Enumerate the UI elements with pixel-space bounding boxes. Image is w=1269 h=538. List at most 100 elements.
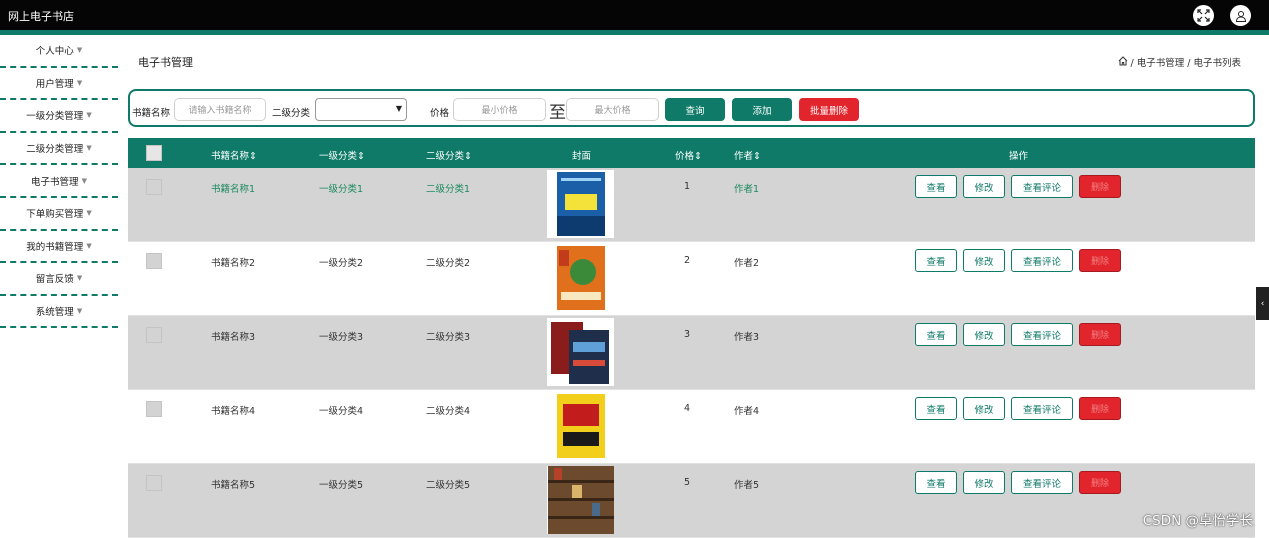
collapse-tab[interactable]: ‹: [1256, 287, 1269, 320]
home-icon[interactable]: [1118, 55, 1128, 69]
edit-button[interactable]: 修改: [963, 249, 1005, 272]
category1-cell: 一级分类2: [319, 258, 364, 269]
view-reviews-button[interactable]: 查看评论: [1011, 471, 1073, 494]
book-name-cell: 书籍名称1: [211, 184, 256, 195]
delete-button[interactable]: 删除: [1079, 323, 1121, 346]
batch-delete-button[interactable]: 批量删除: [799, 98, 859, 121]
view-button[interactable]: 查看: [915, 471, 957, 494]
sidebar-item-ebooks[interactable]: 电子书管理 ▼: [0, 165, 118, 198]
watermark: CSDN @卓怡学长: [1142, 513, 1253, 529]
category2-cell: 二级分类3: [426, 332, 471, 343]
max-price-input[interactable]: 最大价格: [566, 98, 659, 121]
book-name-input[interactable]: 请输入书籍名称: [174, 98, 266, 121]
cover-image: [547, 170, 614, 238]
caret-down-icon: ▼: [76, 307, 83, 316]
table-header: 书籍名称⇕ 一级分类⇕ 二级分类⇕ 封面 价格⇕ 作者⇕ 操作: [128, 138, 1255, 168]
row-checkbox[interactable]: [146, 327, 162, 343]
delete-button[interactable]: 删除: [1079, 249, 1121, 272]
table-row: 书籍名称5 一级分类5 二级分类5 5 作者5 查看 修改 查看评论 删除: [128, 464, 1255, 538]
author-cell: 作者1: [734, 184, 760, 195]
caret-down-icon: ▼: [86, 209, 92, 218]
page-title: 电子书管理: [138, 56, 193, 69]
sidebar-item-personal-center[interactable]: 个人中心 ▼: [0, 35, 118, 68]
header-author[interactable]: 作者⇕: [734, 148, 761, 162]
view-button[interactable]: 查看: [915, 249, 957, 272]
edit-button[interactable]: 修改: [963, 397, 1005, 420]
author-cell: 作者3: [734, 332, 760, 343]
category-select[interactable]: ▼: [315, 98, 407, 121]
search-button[interactable]: 查询: [665, 98, 725, 121]
caret-down-icon: ▼: [81, 176, 87, 185]
book-name-cell: 书籍名称2: [211, 258, 256, 269]
caret-down-icon: ▼: [86, 241, 92, 250]
category1-cell: 一级分类3: [319, 332, 364, 343]
sidebar-item-category2[interactable]: 二级分类管理 ▼: [0, 133, 118, 166]
top-bar: 网上电子书店: [0, 0, 1269, 30]
search-panel: 书籍名称 请输入书籍名称 二级分类 ▼ 价格 最小价格 至 最大价格 查询 添加…: [128, 89, 1255, 127]
sidebar-item-my-books[interactable]: 我的书籍管理 ▼: [0, 231, 118, 264]
category-label: 二级分类: [272, 108, 311, 119]
sidebar-item-orders[interactable]: 下单购买管理 ▼: [0, 198, 118, 231]
view-reviews-button[interactable]: 查看评论: [1011, 397, 1073, 420]
view-reviews-button[interactable]: 查看评论: [1011, 323, 1073, 346]
chevron-left-icon: ‹: [1260, 298, 1265, 309]
view-reviews-button[interactable]: 查看评论: [1011, 175, 1073, 198]
cover-image: [547, 466, 614, 534]
fullscreen-icon[interactable]: [1193, 5, 1214, 26]
row-checkbox[interactable]: [146, 401, 162, 417]
cover-image: [547, 318, 614, 386]
min-price-input[interactable]: 最小价格: [453, 98, 546, 121]
row-checkbox[interactable]: [146, 179, 162, 195]
sidebar-item-label: 我的书籍管理: [26, 241, 84, 253]
delete-button[interactable]: 删除: [1079, 175, 1121, 198]
view-button[interactable]: 查看: [915, 397, 957, 420]
header-book-name[interactable]: 书籍名称⇕: [211, 148, 257, 162]
book-name-label: 书籍名称: [132, 108, 171, 119]
add-button[interactable]: 添加: [732, 98, 792, 121]
table-row: 书籍名称3 一级分类3 二级分类3 3 作者3 查看 修改 查看评论 删除: [128, 316, 1255, 390]
edit-button[interactable]: 修改: [963, 175, 1005, 198]
cover-image: [547, 244, 614, 312]
row-checkbox[interactable]: [146, 253, 162, 269]
breadcrumb-item[interactable]: / 电子书管理: [1131, 55, 1185, 69]
view-button[interactable]: 查看: [915, 323, 957, 346]
sidebar-item-category1[interactable]: 一级分类管理 ▼: [0, 100, 118, 133]
select-all-checkbox[interactable]: [146, 145, 162, 161]
view-button[interactable]: 查看: [915, 175, 957, 198]
sidebar-item-label: 系统管理: [35, 307, 74, 319]
category1-cell: 一级分类4: [319, 406, 364, 417]
user-icon[interactable]: [1230, 5, 1251, 26]
sidebar: 个人中心 ▼ 用户管理 ▼ 一级分类管理 ▼ 二级分类管理 ▼ 电子书管理 ▼ 下单购买管…: [0, 35, 118, 329]
header-category1[interactable]: 一级分类⇕: [319, 148, 365, 162]
header-price[interactable]: 价格⇕: [675, 148, 702, 162]
sidebar-item-feedback[interactable]: 留言反馈 ▼: [0, 263, 118, 296]
price-cell: 3: [684, 329, 691, 340]
sidebar-item-users[interactable]: 用户管理 ▼: [0, 68, 118, 101]
table-row: 书籍名称2 一级分类2 二级分类2 2 作者2 查看 修改 查看评论 删除: [128, 242, 1255, 316]
header-actions: 操作: [1009, 151, 1029, 162]
category2-cell: 二级分类1: [426, 184, 471, 195]
ebook-table: 书籍名称⇕ 一级分类⇕ 二级分类⇕ 封面 价格⇕ 作者⇕ 操作 书籍名称1 一级…: [128, 138, 1255, 538]
sidebar-item-system[interactable]: 系统管理 ▼: [0, 296, 118, 329]
breadcrumb-item-current: / 电子书列表: [1187, 58, 1241, 69]
price-label: 价格: [430, 108, 450, 119]
delete-button[interactable]: 删除: [1079, 397, 1121, 420]
breadcrumb: / 电子书管理 / 电子书列表: [1118, 55, 1241, 69]
caret-down-icon: ▼: [76, 274, 83, 283]
view-reviews-button[interactable]: 查看评论: [1011, 249, 1073, 272]
price-cell: 1: [684, 181, 691, 192]
delete-button[interactable]: 删除: [1079, 471, 1121, 494]
row-checkbox[interactable]: [146, 475, 162, 491]
chevron-down-icon: ▼: [395, 104, 402, 113]
app-title: 网上电子书店: [8, 10, 74, 23]
header-category2[interactable]: 二级分类⇕: [426, 148, 472, 162]
category1-cell: 一级分类5: [319, 480, 364, 491]
header-cover: 封面: [572, 151, 592, 162]
book-name-cell: 书籍名称3: [211, 332, 256, 343]
edit-button[interactable]: 修改: [963, 471, 1005, 494]
category2-cell: 二级分类5: [426, 480, 471, 491]
sidebar-item-label: 个人中心: [35, 46, 74, 58]
table-row: 书籍名称1 一级分类1 二级分类1 1 作者1 查看 修改 查看评论 删除: [128, 168, 1255, 242]
edit-button[interactable]: 修改: [963, 323, 1005, 346]
sidebar-item-label: 用户管理: [35, 78, 74, 90]
